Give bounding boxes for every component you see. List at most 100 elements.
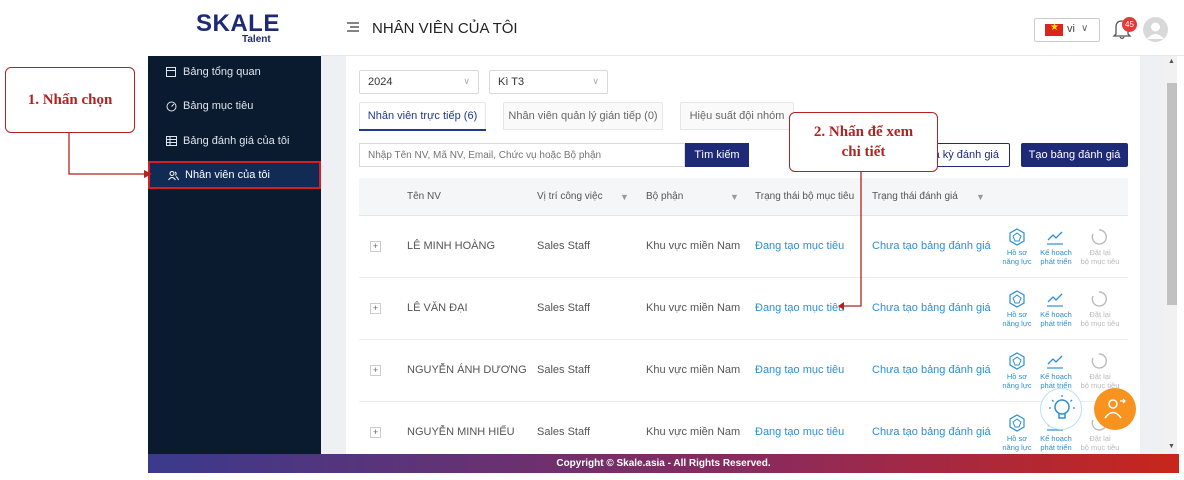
development-plan-icon[interactable] xyxy=(1046,228,1064,249)
dashboard-icon xyxy=(165,66,177,78)
chevron-down-icon: ∨ xyxy=(463,76,470,86)
sidebar-item-label: Bảng tổng quan xyxy=(183,66,261,78)
annotation-step-2-line1: 2. Nhấn để xem xyxy=(813,124,914,140)
page-title: NHÂN VIÊN CỦA TÔI xyxy=(372,20,518,37)
development-plan-label-line: phát triển xyxy=(1040,318,1072,328)
search-input[interactable] xyxy=(359,143,685,167)
sidebar-item-goals[interactable]: Bảng mục tiêu xyxy=(148,93,321,119)
goal-status-link[interactable]: Đang tạo mục tiêu xyxy=(755,364,844,376)
development-plan-icon[interactable] xyxy=(1046,352,1064,373)
year-select[interactable]: 2024 ∨ xyxy=(359,70,479,94)
reset-goals-label[interactable]: Đặt lại bộ mục tiêu xyxy=(1077,248,1123,266)
scroll-down-arrow[interactable]: ▼ xyxy=(1168,443,1175,450)
menu-toggle-icon[interactable] xyxy=(347,22,359,34)
development-plan-label[interactable]: Kế hoạch phát triển xyxy=(1036,434,1076,452)
skale-logo[interactable]: SKALE Talent xyxy=(196,10,279,46)
reset-goals-label-line: bộ mục tiêu xyxy=(1080,256,1120,266)
reset-goals-icon[interactable] xyxy=(1090,290,1108,311)
competency-profile-label[interactable]: Hồ sơ năng lực xyxy=(999,310,1035,328)
goal-status-link[interactable]: Đang tạo mục tiêu xyxy=(755,240,844,252)
tab-indirect-employees[interactable]: Nhân viên quản lý gián tiếp (0) xyxy=(503,102,663,130)
competency-profile-label-line: năng lực xyxy=(1002,380,1032,390)
expand-row-button[interactable]: + xyxy=(370,303,381,314)
logo-sub: Talent xyxy=(242,34,271,45)
employee-position: Sales Staff xyxy=(537,364,590,376)
employee-department: Khu vực miền Nam xyxy=(646,426,741,438)
competency-profile-label-line: năng lực xyxy=(1002,318,1032,328)
review-status-link[interactable]: Chưa tạo bảng đánh giá xyxy=(872,426,991,438)
review-status-link[interactable]: Chưa tạo bảng đánh giá xyxy=(872,240,991,252)
sidebar-item-label: Nhân viên của tôi xyxy=(185,169,270,181)
employee-name: NGUYỄN MINH HIẾU xyxy=(407,426,515,438)
employee-name: LÊ MINH HOÀNG xyxy=(407,240,496,252)
tab-direct-employees[interactable]: Nhân viên trực tiếp (6) xyxy=(359,102,486,130)
employee-department: Khu vực miền Nam xyxy=(646,364,741,376)
review-status-link[interactable]: Chưa tạo bảng đánh giá xyxy=(872,364,991,376)
filter-icon[interactable]: ▼ xyxy=(730,192,739,202)
sidebar-item-label: Bảng đánh giá của tôi xyxy=(183,135,290,147)
reset-goals-label-line: bộ mục tiêu xyxy=(1080,442,1120,452)
tab-team-performance[interactable]: Hiệu suất đội nhóm xyxy=(680,102,794,130)
expand-row-button[interactable]: + xyxy=(370,427,381,438)
employee-department: Khu vực miền Nam xyxy=(646,240,741,252)
scroll-up-arrow[interactable]: ▲ xyxy=(1168,58,1175,65)
development-plan-label-line: phát triển xyxy=(1040,442,1072,452)
search-button[interactable]: Tìm kiếm xyxy=(685,143,749,167)
filter-icon[interactable]: ▼ xyxy=(620,192,629,202)
competency-profile-label[interactable]: Hồ sơ năng lực xyxy=(999,372,1035,390)
chevron-down-icon: ∨ xyxy=(1081,23,1089,34)
annotation-step-2-line2: chi tiết xyxy=(841,144,886,160)
avatar[interactable] xyxy=(1143,17,1168,42)
create-review-button[interactable]: Tạo bảng đánh giá xyxy=(1021,143,1128,167)
competency-profile-icon[interactable] xyxy=(1008,414,1026,435)
competency-profile-icon[interactable] xyxy=(1008,290,1026,311)
employee-position: Sales Staff xyxy=(537,302,590,314)
table-icon xyxy=(165,135,177,147)
filter-icon[interactable]: ▼ xyxy=(976,192,985,202)
reset-goals-icon[interactable] xyxy=(1090,352,1108,373)
reset-goals-label[interactable]: Đặt lại bộ mục tiêu xyxy=(1077,310,1123,328)
review-status-link[interactable]: Chưa tạo bảng đánh giá xyxy=(872,302,991,314)
reset-goals-label[interactable]: Đặt lại bộ mục tiêu xyxy=(1077,434,1123,452)
competency-profile-icon[interactable] xyxy=(1008,352,1026,373)
employee-position: Sales Staff xyxy=(537,426,590,438)
year-select-value: 2024 xyxy=(368,76,393,88)
reset-goals-icon[interactable] xyxy=(1090,228,1108,249)
development-plan-label[interactable]: Kế hoạch phát triển xyxy=(1036,248,1076,266)
column-header-department: Bộ phận xyxy=(646,191,684,202)
sidebar-item-my-employees[interactable]: Nhân viên của tôi xyxy=(148,161,321,189)
tab-label: Nhân viên quản lý gián tiếp (0) xyxy=(508,110,658,122)
goal-status-link[interactable]: Đang tạo mục tiêu xyxy=(755,426,844,438)
period-select[interactable]: Kì T3 ∨ xyxy=(489,70,608,94)
period-select-value: Kì T3 xyxy=(498,76,525,88)
sidebar-item-dashboard[interactable]: Bảng tổng quan xyxy=(148,59,321,85)
lightbulb-help-button[interactable] xyxy=(1040,388,1082,430)
column-header-name: Tên NV xyxy=(407,191,441,202)
scrollbar-thumb[interactable] xyxy=(1167,83,1177,305)
tab-label: Hiệu suất đội nhóm xyxy=(689,110,785,122)
competency-profile-label[interactable]: Hồ sơ năng lực xyxy=(999,248,1035,266)
annotation-step-1: 1. Nhấn chọn xyxy=(5,67,135,133)
footer: Copyright © Skale.asia - All Rights Rese… xyxy=(148,454,1179,473)
sidebar-item-label: Bảng mục tiêu xyxy=(183,100,254,112)
column-header-position: Vị trí công việc xyxy=(537,191,603,202)
development-plan-icon[interactable] xyxy=(1046,290,1064,311)
competency-profile-label[interactable]: Hồ sơ năng lực xyxy=(999,434,1035,452)
competency-profile-icon[interactable] xyxy=(1008,228,1026,249)
employee-position: Sales Staff xyxy=(537,240,590,252)
competency-profile-label-line: năng lực xyxy=(1002,256,1032,266)
competency-profile-label-line: năng lực xyxy=(1002,442,1032,452)
goal-status-link[interactable]: Đang tạo mục tiêu xyxy=(755,302,844,314)
table-header xyxy=(359,178,1128,216)
users-icon xyxy=(167,169,179,181)
expand-row-button[interactable]: + xyxy=(370,241,381,252)
development-plan-label[interactable]: Kế hoạch phát triển xyxy=(1036,310,1076,328)
chevron-down-icon: ∨ xyxy=(592,76,599,86)
employee-name: LÊ VĂN ĐẠI xyxy=(407,302,468,314)
sidebar-item-my-reviews[interactable]: Bảng đánh giá của tôi xyxy=(148,128,321,154)
expand-row-button[interactable]: + xyxy=(370,365,381,376)
user-arrow-icon xyxy=(1104,398,1126,419)
notification-badge: 45 xyxy=(1122,17,1137,32)
support-button[interactable] xyxy=(1094,388,1136,430)
language-label: vi xyxy=(1067,23,1075,35)
